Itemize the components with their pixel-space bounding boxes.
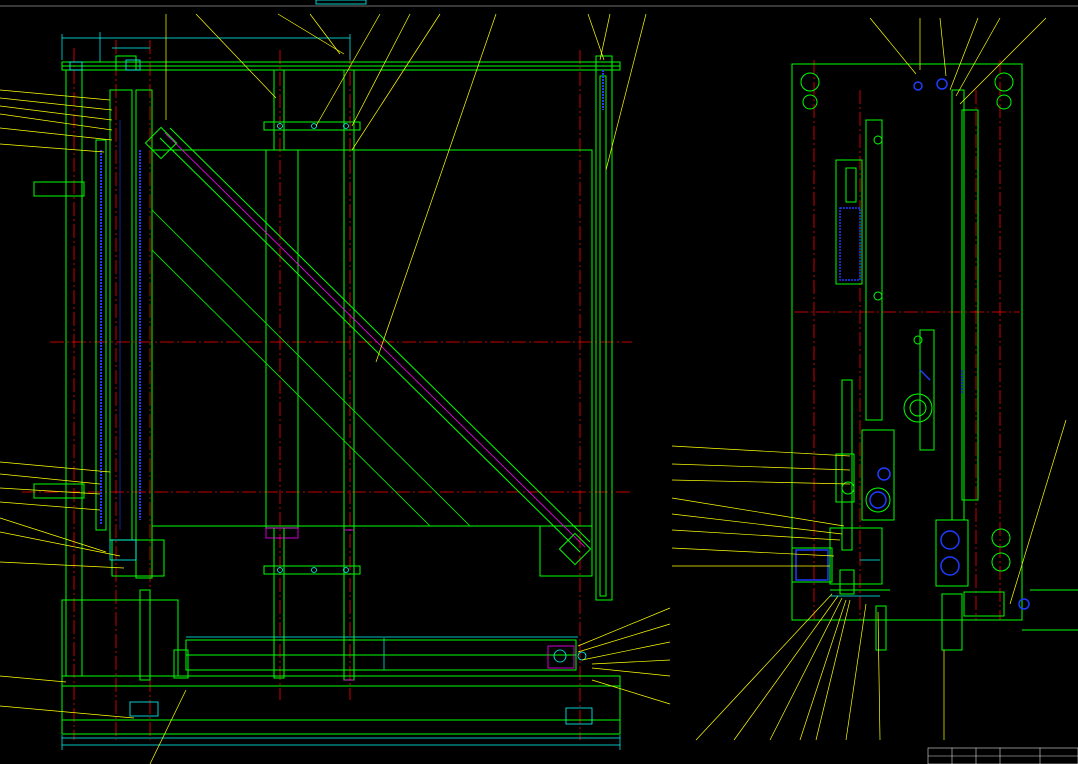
center-lines <box>22 40 632 740</box>
threaded-rods <box>100 70 604 530</box>
side-blue-parts <box>795 78 1030 610</box>
side-center-lines <box>794 60 1020 620</box>
title-block <box>927 747 1078 764</box>
side-leader-lines <box>671 17 1067 741</box>
dimension-lines <box>61 32 621 750</box>
fittings <box>69 59 593 725</box>
side-dimension <box>830 559 880 597</box>
accent-parts <box>265 527 575 681</box>
cad-drawing-canvas <box>0 0 1078 764</box>
frame-outline <box>33 55 621 735</box>
front-view <box>0 13 671 764</box>
diagonal-brace <box>144 126 592 566</box>
side-view <box>671 17 1078 741</box>
side-frame <box>791 63 1078 651</box>
sheet-title-box <box>315 0 367 5</box>
